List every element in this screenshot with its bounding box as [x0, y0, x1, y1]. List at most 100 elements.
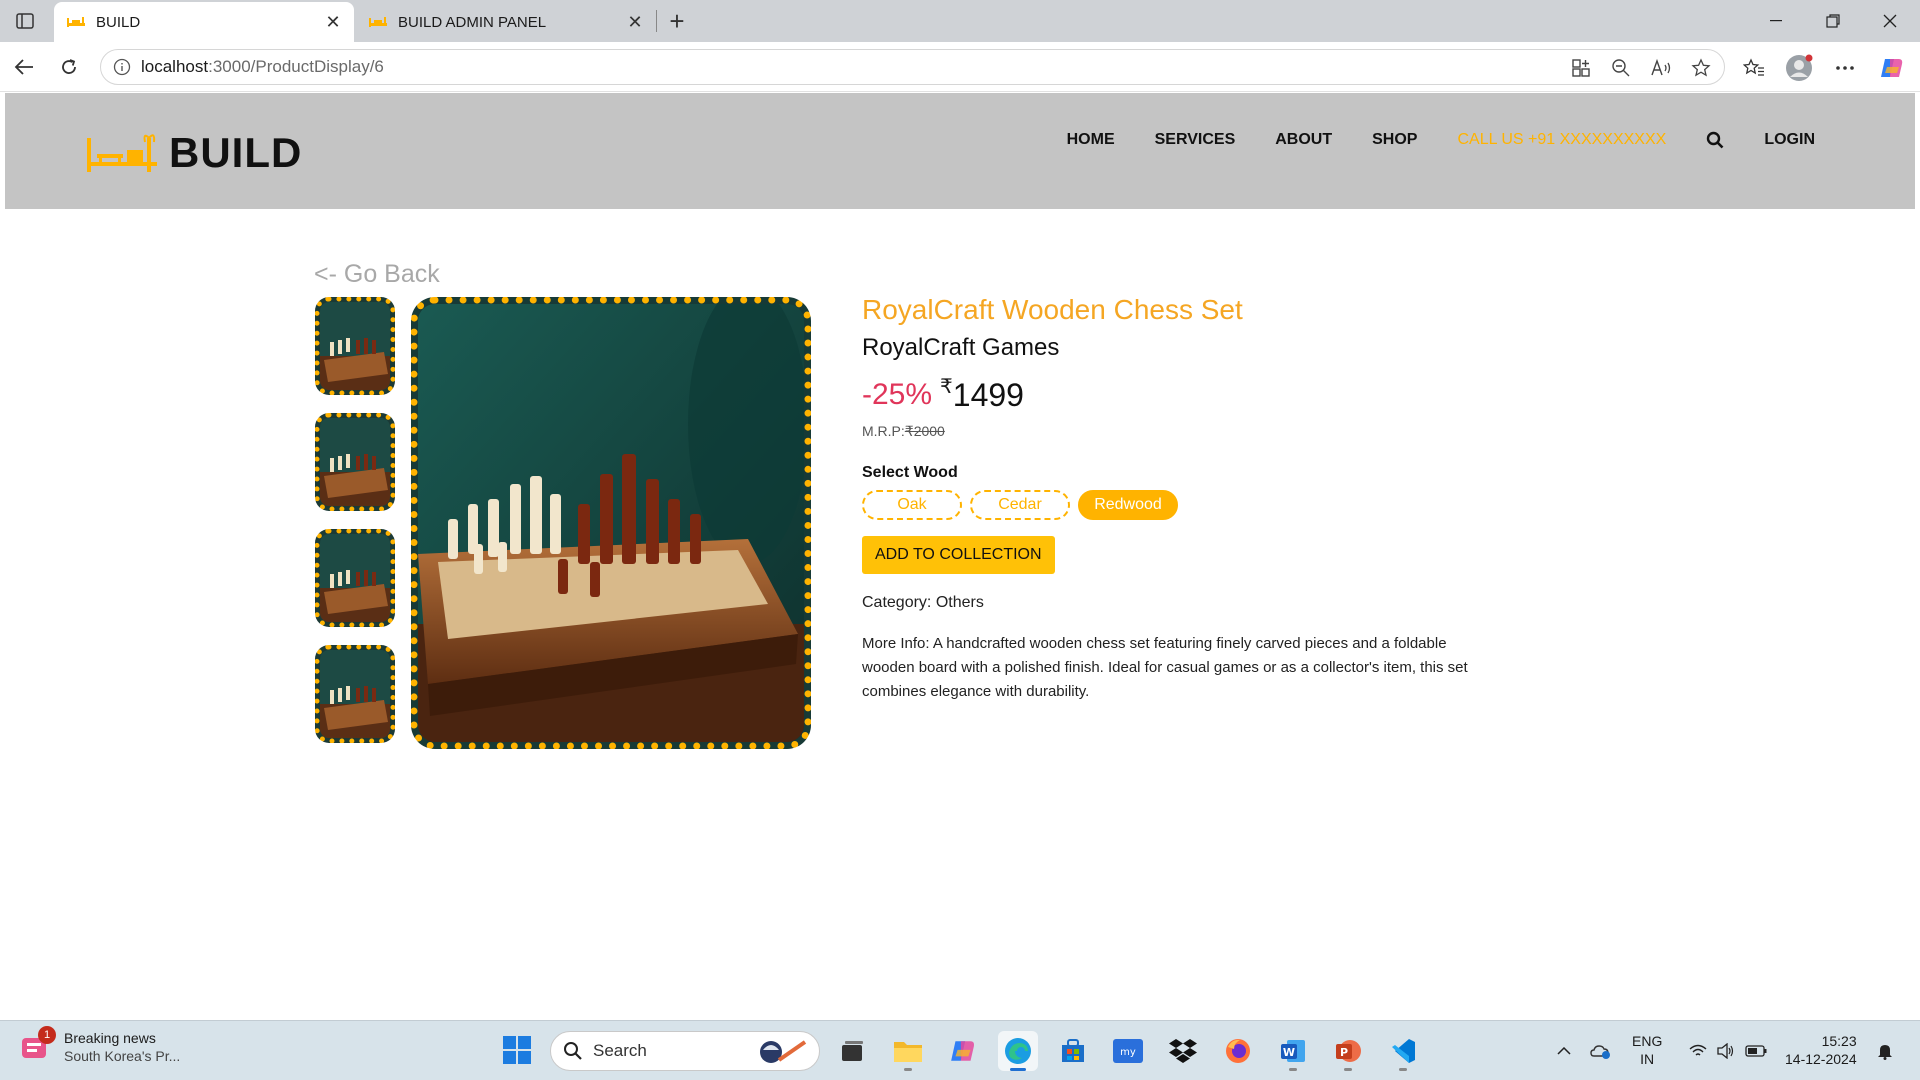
- wood-options: Oak Cedar Redwood: [862, 490, 1502, 520]
- nav-about[interactable]: ABOUT: [1275, 131, 1332, 149]
- show-hidden-icons-icon[interactable]: [1552, 1031, 1576, 1071]
- furniture-logo-icon: [87, 134, 157, 172]
- profile-avatar-icon[interactable]: [1784, 53, 1814, 83]
- wood-option-redwood[interactable]: Redwood: [1078, 490, 1178, 520]
- running-indicator: [1399, 1068, 1407, 1071]
- news-badge: 1: [38, 1026, 56, 1044]
- taskbar-search[interactable]: Search: [550, 1031, 820, 1071]
- browser-toolbar: localhost:3000/ProductDisplay/6: [0, 42, 1920, 92]
- product-thumbnail[interactable]: [315, 297, 395, 395]
- chess-set-thumbnail-image: [320, 302, 390, 390]
- product-thumbnail[interactable]: [315, 413, 395, 511]
- product-thumbnail[interactable]: [315, 529, 395, 627]
- wifi-icon[interactable]: [1685, 1031, 1711, 1071]
- go-back-link[interactable]: <- Go Back: [314, 260, 440, 289]
- nav-call-us[interactable]: CALL US +91 XXXXXXXXXX: [1457, 131, 1666, 149]
- main-product-image: [411, 297, 811, 749]
- minimize-icon[interactable]: [1748, 0, 1804, 42]
- add-to-collection-button[interactable]: ADD TO COLLECTION: [862, 536, 1055, 574]
- close-window-icon[interactable]: [1862, 0, 1918, 42]
- more-options-icon[interactable]: [1830, 53, 1860, 83]
- mrp-value: ₹2000: [904, 423, 945, 439]
- wood-option-cedar[interactable]: Cedar: [970, 490, 1070, 520]
- refresh-icon[interactable]: [53, 51, 85, 83]
- chess-set-image: [418, 304, 804, 742]
- app-available-icon[interactable]: [1568, 55, 1594, 81]
- copilot-icon[interactable]: [1877, 53, 1907, 83]
- build-favicon-icon: [368, 15, 388, 29]
- chess-set-thumbnail-image: [320, 418, 390, 506]
- product-info: RoyalCraft Wooden Chess Set RoyalCraft G…: [862, 293, 1502, 704]
- nav-shop[interactable]: SHOP: [1372, 131, 1417, 149]
- windows-taskbar: 1 Breaking news South Korea's Pr... Sear…: [0, 1020, 1920, 1080]
- product-brand: RoyalCraft Games: [862, 334, 1060, 361]
- site-header: BUILD HOME SERVICES ABOUT SHOP CALL US +…: [5, 93, 1915, 209]
- back-arrow-icon[interactable]: [8, 51, 40, 83]
- page-viewport: BUILD HOME SERVICES ABOUT SHOP CALL US +…: [5, 93, 1915, 1017]
- chess-set-thumbnail-image: [320, 650, 390, 738]
- close-tab-icon[interactable]: ✕: [322, 11, 344, 33]
- file-explorer-icon[interactable]: [888, 1031, 928, 1071]
- running-indicator: [1289, 1068, 1297, 1071]
- firefox-icon[interactable]: [1218, 1031, 1258, 1071]
- search-highlight-icon: [753, 1036, 809, 1066]
- nav-services[interactable]: SERVICES: [1155, 131, 1236, 149]
- search-label: Search: [593, 1041, 647, 1060]
- battery-icon[interactable]: [1742, 1031, 1770, 1071]
- restore-icon[interactable]: [1805, 0, 1861, 42]
- input-language[interactable]: ENG IN: [1632, 1032, 1662, 1068]
- brand-logo[interactable]: BUILD: [85, 129, 302, 177]
- sale-price: 1499: [952, 377, 1024, 413]
- running-indicator: [1010, 1068, 1026, 1071]
- task-view-icon[interactable]: [832, 1031, 872, 1071]
- product-title: RoyalCraft Wooden Chess Set: [862, 294, 1243, 325]
- read-aloud-icon[interactable]: [1648, 55, 1674, 81]
- notification-bell-icon[interactable]: [1872, 1031, 1898, 1071]
- vscode-icon[interactable]: [1383, 1031, 1423, 1071]
- address-bar[interactable]: localhost:3000/ProductDisplay/6: [100, 49, 1725, 85]
- tab-actions-icon[interactable]: [10, 8, 40, 34]
- system-clock[interactable]: 15:23 14-12-2024: [1785, 1032, 1857, 1068]
- tab-separator: [656, 10, 657, 32]
- product-category: Category: Others: [862, 594, 984, 611]
- clock-time: 15:23: [1821, 1033, 1857, 1049]
- url-host: localhost: [141, 57, 209, 76]
- microsoft-store-icon[interactable]: [1053, 1031, 1093, 1071]
- windows-start-icon[interactable]: [502, 1035, 532, 1065]
- mrp-label: M.R.P:: [862, 423, 905, 439]
- copilot-app-icon[interactable]: [943, 1031, 983, 1071]
- volume-icon[interactable]: [1713, 1031, 1739, 1071]
- news-widget[interactable]: 1 Breaking news South Korea's Pr...: [20, 1026, 181, 1065]
- site-info-icon[interactable]: [113, 58, 131, 76]
- tab-build[interactable]: BUILD ✕: [54, 2, 354, 42]
- svg-text:P: P: [1340, 1046, 1348, 1059]
- dropbox-icon[interactable]: [1163, 1031, 1203, 1071]
- powerpoint-icon[interactable]: P: [1328, 1031, 1368, 1071]
- chess-set-thumbnail-image: [320, 534, 390, 622]
- onedrive-status-icon[interactable]: [1588, 1031, 1614, 1071]
- news-title: Breaking news: [64, 1030, 156, 1046]
- search-icon[interactable]: [1706, 131, 1724, 149]
- nav-login[interactable]: LOGIN: [1764, 131, 1815, 149]
- running-indicator: [1344, 1068, 1352, 1071]
- tab-build-admin-panel[interactable]: BUILD ADMIN PANEL ✕: [356, 2, 656, 42]
- new-tab-icon[interactable]: +: [662, 6, 692, 36]
- search-icon: [563, 1041, 583, 1061]
- favorite-star-icon[interactable]: [1688, 55, 1714, 81]
- close-tab-icon[interactable]: ✕: [624, 11, 646, 33]
- clock-date: 14-12-2024: [1785, 1051, 1857, 1067]
- news-subtitle: South Korea's Pr...: [64, 1048, 181, 1064]
- nav-home[interactable]: HOME: [1067, 131, 1115, 149]
- news-icon: 1: [20, 1026, 56, 1062]
- currency-symbol: ₹: [940, 376, 953, 398]
- myhp-icon[interactable]: my: [1108, 1031, 1148, 1071]
- word-icon[interactable]: W: [1273, 1031, 1313, 1071]
- zoom-out-icon[interactable]: [1608, 55, 1634, 81]
- favorites-icon[interactable]: [1739, 53, 1769, 83]
- select-wood-label: Select Wood: [862, 464, 958, 481]
- edge-browser-icon[interactable]: [998, 1031, 1038, 1071]
- wood-option-oak[interactable]: Oak: [862, 490, 962, 520]
- product-thumbnail[interactable]: [315, 645, 395, 743]
- browser-tabstrip: BUILD ✕ BUILD ADMIN PANEL ✕ +: [0, 0, 1920, 42]
- url-path: :3000/ProductDisplay/6: [208, 57, 384, 76]
